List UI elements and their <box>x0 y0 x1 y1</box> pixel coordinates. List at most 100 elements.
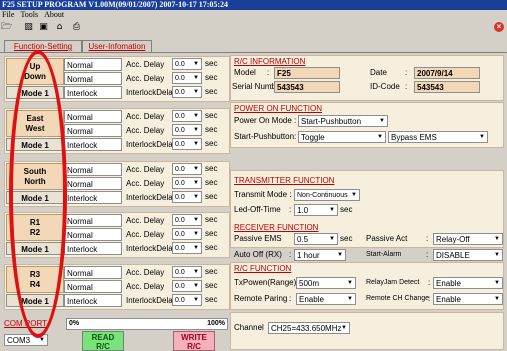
output-mode-row1[interactable]: Normal <box>64 58 122 71</box>
output-mode-row3[interactable]: Interlock <box>64 138 122 151</box>
close-icon[interactable]: × <box>494 22 504 32</box>
start-alarm-colon: : <box>426 250 429 259</box>
delay-select-2[interactable]: 0.0 ▼ <box>172 280 202 292</box>
delay-select-2[interactable]: 0.0 ▼ <box>172 228 202 240</box>
tab-divider <box>0 52 507 53</box>
sec-unit-2: sec <box>205 73 218 82</box>
txpower-label: TxPowen(Range) <box>234 278 297 287</box>
direction-label-2: West <box>25 124 45 133</box>
mode-button[interactable]: Mode 1 <box>6 242 64 255</box>
delay-select-3[interactable]: 0.0 ▼ <box>172 191 202 203</box>
txpower-select[interactable]: 500m ▼ <box>296 277 356 289</box>
auto-off-select[interactable]: 1 hour ▼ <box>294 249 346 261</box>
delay-select-1[interactable]: 0.0 ▼ <box>172 163 202 175</box>
chevron-down-icon: ▼ <box>329 236 335 242</box>
model-field[interactable]: F25 <box>274 67 340 79</box>
output-mode-row3[interactable]: Interlock <box>64 294 122 307</box>
passive-act-select[interactable]: Relay-Off ▼ <box>433 233 503 245</box>
date-field[interactable]: 2007/9/14 <box>414 67 480 79</box>
mode-button[interactable]: Mode 1 <box>6 138 64 151</box>
output-mode-row2[interactable]: Normal <box>64 177 122 190</box>
delay-select-1[interactable]: 0.0 ▼ <box>172 58 202 70</box>
chevron-down-icon: ▼ <box>494 252 500 258</box>
mode-button[interactable]: Mode 1 <box>6 86 64 99</box>
direction-button[interactable]: R1 R2 <box>6 214 64 241</box>
direction-button[interactable]: Up Down <box>6 58 64 85</box>
passive-ems-select[interactable]: 0.5 ▼ <box>294 233 338 245</box>
date-colon: : <box>405 68 408 77</box>
output-mode-row1[interactable]: Normal <box>64 110 122 123</box>
output-mode-row2[interactable]: Normal <box>64 228 122 241</box>
output-mode-row2[interactable]: Normal <box>64 72 122 85</box>
delay-label-3: InterlockDelay <box>126 88 177 97</box>
menu-file[interactable]: File <box>2 10 14 19</box>
power-on-mode-select[interactable]: Start-Pushbutton ▼ <box>298 115 388 127</box>
delay-value-1: 0.0 <box>175 166 185 173</box>
mode-button[interactable]: Mode 1 <box>6 191 64 204</box>
delay-label-3: InterlockDelay <box>126 140 177 149</box>
direction-button[interactable]: East West <box>6 110 64 137</box>
sec-unit-1: sec <box>205 267 218 276</box>
channel-select[interactable]: CH25=433.650MHz ▼ <box>268 322 350 334</box>
direction-button[interactable]: R3 R4 <box>6 266 64 293</box>
model-colon: : <box>267 68 270 77</box>
output-mode-row2[interactable]: Normal <box>64 280 122 293</box>
delay-select-3[interactable]: 0.0 ▼ <box>172 138 202 150</box>
delay-select-2[interactable]: 0.0 ▼ <box>172 177 202 189</box>
print-icon[interactable]: ⎙ <box>71 22 82 32</box>
com-port-select[interactable]: COM3 ▼ <box>4 334 48 346</box>
delay-select-3[interactable]: 0.0 ▼ <box>172 86 202 98</box>
output-mode-row1[interactable]: Normal <box>64 214 122 227</box>
remote-ch-change-select[interactable]: Enable ▼ <box>433 293 503 305</box>
tab-function-setting[interactable]: Function-Setting <box>4 40 82 52</box>
delay-label-1: Acc. Delay <box>126 165 165 174</box>
delay-value-3: 0.0 <box>175 89 185 96</box>
led-off-select[interactable]: 1.0 ▼ <box>294 204 338 216</box>
home-icon[interactable]: ⌂ <box>54 22 65 32</box>
start-alarm-select[interactable]: DISABLE ▼ <box>433 249 503 261</box>
delay-select-2[interactable]: 0.0 ▼ <box>172 72 202 84</box>
delay-select-3[interactable]: 0.0 ▼ <box>172 242 202 254</box>
relayjam-label: RelayJam Detect <box>366 279 420 286</box>
relayjam-select[interactable]: Enable ▼ <box>433 277 503 289</box>
save-icon[interactable]: ▧ <box>23 22 34 32</box>
id-field[interactable]: 543543 <box>414 81 480 93</box>
floppy-icon[interactable]: ▣ <box>38 22 49 32</box>
serial-colon: : <box>270 82 273 91</box>
sec-unit-3: sec <box>205 192 218 201</box>
output-mode-row3[interactable]: Interlock <box>64 86 122 99</box>
led-off-colon: : <box>289 205 292 214</box>
delay-select-3[interactable]: 0.0 ▼ <box>172 294 202 306</box>
output-mode-row3[interactable]: Interlock <box>64 191 122 204</box>
output-mode-row1[interactable]: Normal <box>64 266 122 279</box>
output-mode-row3[interactable]: Interlock <box>64 242 122 255</box>
direction-label-2: R4 <box>29 280 41 289</box>
delay-select-1[interactable]: 0.0 ▼ <box>172 266 202 278</box>
remote-paring-select[interactable]: Enable ▼ <box>296 293 356 305</box>
menu-tools[interactable]: Tools <box>20 10 38 19</box>
transmitter-header: TRANSMITTER FUNCTION <box>234 176 335 185</box>
delay-select-1[interactable]: 0.0 ▼ <box>172 110 202 122</box>
delay-value-1: 0.0 <box>175 269 185 276</box>
led-off-value: 1.0 <box>297 206 309 215</box>
transmit-mode-select[interactable]: Non-Continuous ▼ <box>294 189 360 201</box>
write-rc-button[interactable]: WRITE R/C <box>173 331 215 351</box>
start-pushbutton-select[interactable]: Toggle ▼ <box>298 131 386 143</box>
open-folder-icon[interactable]: 🗁 <box>1 22 12 32</box>
delay-select-2[interactable]: 0.0 ▼ <box>172 124 202 136</box>
serial-field[interactable]: 543543 <box>274 81 340 93</box>
delay-select-1[interactable]: 0.0 ▼ <box>172 214 202 226</box>
direction-button[interactable]: South North <box>6 163 64 190</box>
transmit-mode-label: Transmit Mode : <box>234 190 292 199</box>
mode-button[interactable]: Mode 1 <box>6 294 64 307</box>
menu-about[interactable]: About <box>44 10 64 19</box>
output-mode-row2[interactable]: Normal <box>64 124 122 137</box>
tab-user-information[interactable]: User-Infomation <box>82 40 152 52</box>
sec-unit-1: sec <box>205 215 218 224</box>
chevron-down-icon: ▼ <box>329 207 335 213</box>
delay-value-3: 0.0 <box>175 245 185 252</box>
read-rc-button[interactable]: READ R/C <box>82 331 124 351</box>
chevron-down-icon: ▼ <box>39 337 45 343</box>
bypass-ems-select[interactable]: Bypass EMS ▼ <box>388 131 488 143</box>
output-mode-row1[interactable]: Normal <box>64 163 122 176</box>
